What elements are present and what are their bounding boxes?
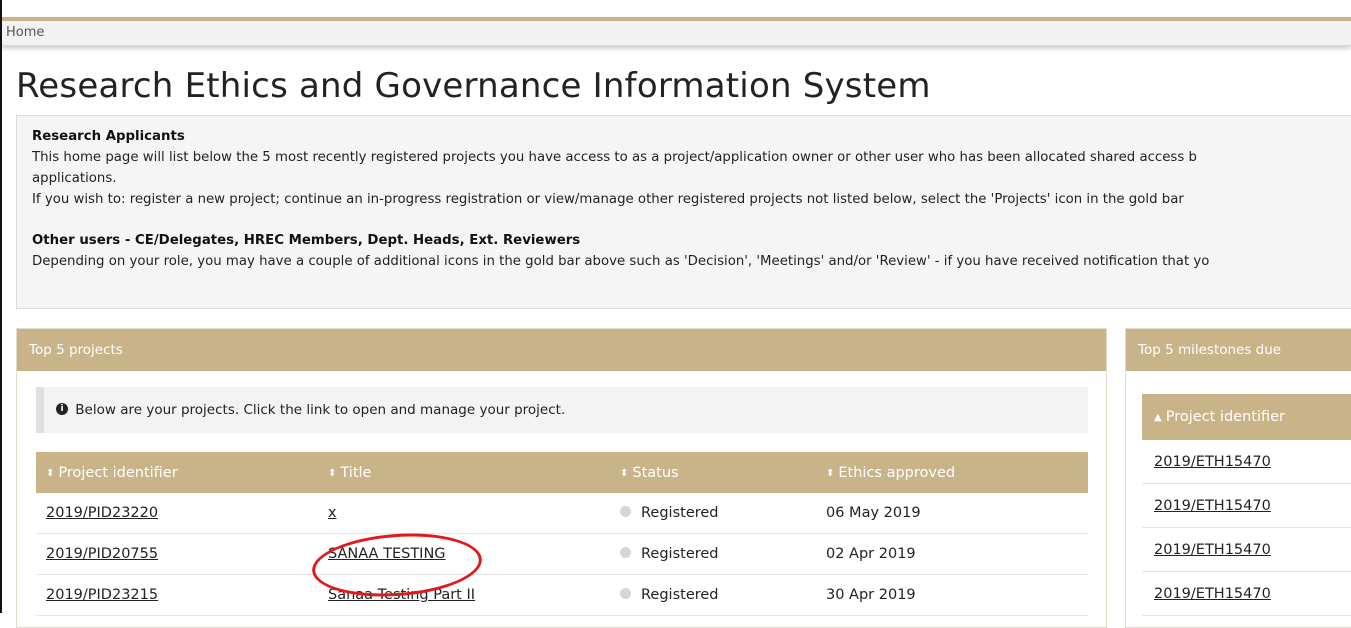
column-header-status[interactable]: ⬍ Status xyxy=(610,452,816,493)
sort-icon: ⬍ xyxy=(46,467,55,479)
project-status: Registered xyxy=(641,587,719,603)
table-row: 2019/ETH15470 xyxy=(1142,571,1351,616)
project-status: Registered xyxy=(641,505,719,521)
top-projects-title: Top 5 projects xyxy=(17,329,1106,371)
projects-table: ⬍ Project identifier ⬍ Title ⬍ Status ⬍ Ethi… xyxy=(36,452,1088,616)
projects-note-text: Below are your projects. Click the link … xyxy=(75,402,566,418)
applicants-heading: Research Applicants xyxy=(32,129,185,144)
table-row: 2019/PID23220 x Registered 06 May 2019 xyxy=(36,493,1088,534)
milestone-project-link[interactable]: 2019/ETH15470 xyxy=(1154,586,1271,602)
project-id-link[interactable]: 2019/PID20755 xyxy=(46,546,158,562)
other-users-heading: Other users - CE/Delegates, HREC Members… xyxy=(32,233,581,248)
milestone-project-link[interactable]: 2019/ETH15470 xyxy=(1154,498,1271,514)
status-dot-icon xyxy=(620,506,631,517)
other-users-text: Depending on your role, you may have a c… xyxy=(32,254,1210,269)
column-header-title[interactable]: ⬍ Title xyxy=(318,452,610,493)
milestone-project-link[interactable]: 2019/ETH15470 xyxy=(1154,454,1271,470)
table-row: 2019/ETH15470 xyxy=(1142,527,1351,572)
project-id-link[interactable]: 2019/PID23215 xyxy=(46,587,158,603)
project-id-link[interactable]: 2019/PID23220 xyxy=(46,505,158,521)
ethics-approved-date: 02 Apr 2019 xyxy=(816,533,1088,575)
applicants-text-2: applications. xyxy=(32,171,117,186)
top-milestones-panel: Top 5 milestones due ▲ Project identifier… xyxy=(1125,328,1351,628)
breadcrumb: Home xyxy=(2,21,1351,46)
applicants-text-3: If you wish to: register a new project; … xyxy=(32,192,1184,207)
ethics-approved-date: 06 May 2019 xyxy=(816,493,1088,534)
sort-icon: ⬍ xyxy=(328,467,337,479)
milestone-project-link[interactable]: 2019/ETH15470 xyxy=(1154,542,1271,558)
status-dot-icon xyxy=(620,588,631,599)
top-milestones-title: Top 5 milestones due xyxy=(1126,329,1351,371)
column-header-project-identifier[interactable]: ▲ Project identifier xyxy=(1142,394,1351,440)
column-header-ethics-approved[interactable]: ⬍ Ethics approved xyxy=(816,452,1088,493)
sort-icon: ⬍ xyxy=(620,467,629,479)
info-circle-icon: i xyxy=(56,403,68,415)
ethics-approved-date: 30 Apr 2019 xyxy=(816,574,1088,616)
table-row: 2019/ETH15470 xyxy=(1142,440,1351,484)
table-row: 2019/ETH15470 xyxy=(1142,483,1351,528)
breadcrumb-home[interactable]: Home xyxy=(6,25,44,40)
project-title-link[interactable]: Sanaa Testing Part II xyxy=(328,587,475,603)
projects-note: i Below are your projects. Click the lin… xyxy=(36,387,1088,433)
column-header-project-identifier[interactable]: ⬍ Project identifier xyxy=(36,452,318,493)
caret-up-icon: ▲ xyxy=(1154,412,1162,423)
project-title-link[interactable]: x xyxy=(328,505,337,521)
table-row: 2019/PID20755 SANAA TESTING Registered 0… xyxy=(36,533,1088,575)
info-box: Research Applicants This home page will … xyxy=(16,115,1351,309)
table-row: 2019/PID23215 Sanaa Testing Part II Regi… xyxy=(36,574,1088,616)
project-title-link[interactable]: SANAA TESTING xyxy=(328,546,446,562)
page-title: Research Ethics and Governance Informati… xyxy=(16,66,931,106)
project-status: Registered xyxy=(641,546,719,562)
top-projects-panel: Top 5 projects i Below are your projects… xyxy=(16,328,1107,628)
milestones-table: ▲ Project identifier 2019/ETH15470 2019/E… xyxy=(1142,394,1351,616)
status-dot-icon xyxy=(620,547,631,558)
sort-icon: ⬍ xyxy=(826,467,835,479)
projects-table-header: ⬍ Project identifier ⬍ Title ⬍ Status ⬍ Ethi… xyxy=(36,452,1088,493)
applicants-text-1: This home page will list below the 5 mos… xyxy=(32,150,1197,165)
